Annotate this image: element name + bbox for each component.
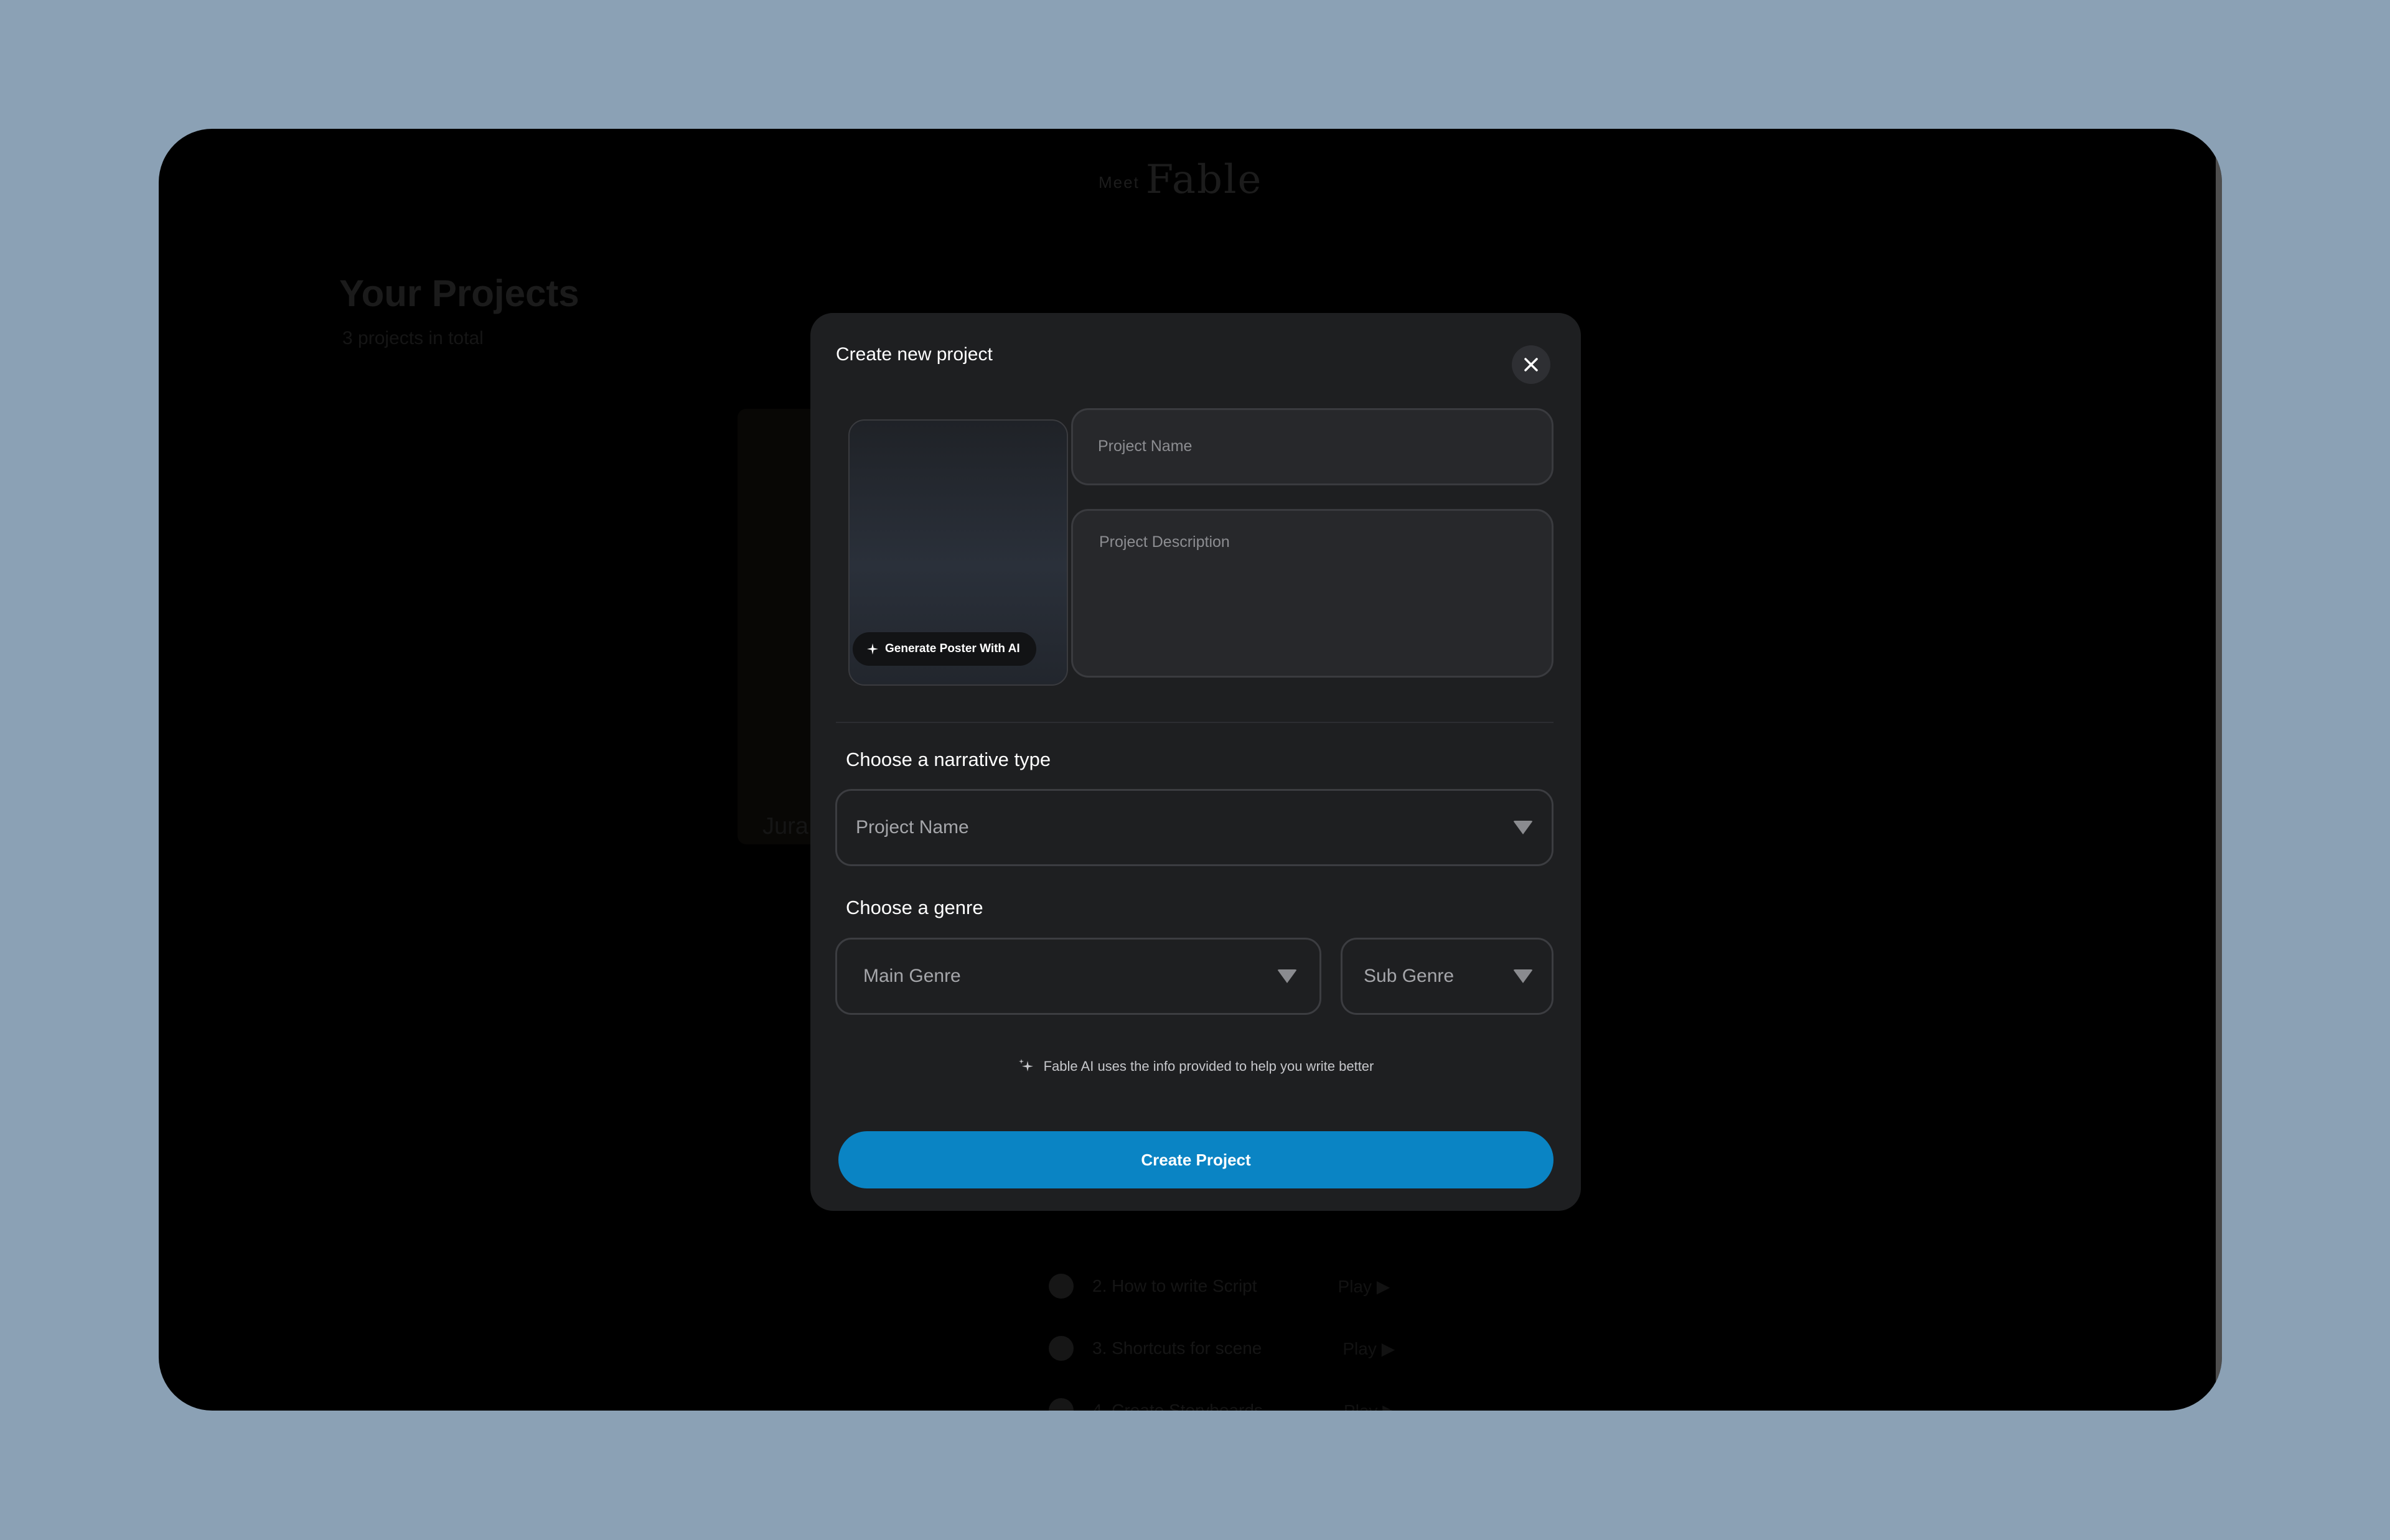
- divider: [836, 722, 1554, 723]
- projects-heading: Your Projects: [339, 273, 579, 314]
- project-card-label: Jura: [762, 813, 808, 839]
- list-item: 4. Create Storyboards Play ▶: [1049, 1379, 1396, 1411]
- sparkle-icon: [867, 643, 878, 655]
- close-icon: [1524, 358, 1538, 371]
- poster-preview[interactable]: Generate Poster With AI: [848, 419, 1068, 686]
- list-item-tag: Play ▶: [1343, 1401, 1396, 1411]
- projects-subheading: 3 projects in total: [342, 328, 484, 348]
- logo-text: Fable: [1145, 157, 1263, 203]
- generate-poster-label: Generate Poster With AI: [885, 642, 1020, 655]
- sparkle-icon: [1018, 1059, 1033, 1071]
- list-item: 2. How to write Script Play ▶: [1049, 1255, 1396, 1317]
- list-bullet: [1049, 1398, 1074, 1411]
- sub-genre-select[interactable]: Sub Genre: [1341, 938, 1554, 1015]
- sub-genre-value: Sub Genre: [1364, 966, 1455, 986]
- caret-down-icon: [1513, 821, 1533, 834]
- main-genre-value: Main Genre: [863, 966, 961, 986]
- narrative-type-select[interactable]: Project Name: [835, 789, 1554, 866]
- generate-poster-button[interactable]: Generate Poster With AI: [853, 632, 1036, 666]
- list-item-tag: Play ▶: [1338, 1276, 1390, 1296]
- caret-down-icon: [1513, 969, 1533, 983]
- project-name-placeholder: Project Name: [1098, 437, 1193, 455]
- narrative-type-value: Project Name: [856, 817, 969, 838]
- ai-hint-text: Fable AI uses the info provided to help …: [1043, 1058, 1374, 1074]
- list-bullet: [1049, 1274, 1074, 1299]
- app-logo: Meet Fable: [1099, 157, 1262, 203]
- ai-hint: Fable AI uses the info provided to help …: [810, 1058, 1581, 1075]
- list-bullet: [1049, 1336, 1074, 1361]
- close-button[interactable]: [1512, 345, 1550, 384]
- caret-down-icon: [1277, 969, 1297, 983]
- project-name-input[interactable]: Project Name: [1071, 408, 1554, 485]
- list-item-tag: Play ▶: [1343, 1338, 1395, 1358]
- narrative-type-label: Choose a narrative type: [846, 749, 1051, 770]
- logo-prefix: Meet: [1099, 173, 1140, 192]
- tutorial-list: 2. How to write Script Play ▶ 3. Shortcu…: [1049, 1255, 1396, 1411]
- list-item-label: 3. Shortcuts for scene: [1092, 1338, 1262, 1358]
- project-description-placeholder: Project Description: [1099, 533, 1230, 551]
- create-project-modal: Create new project Generate Poster With …: [810, 313, 1581, 1211]
- create-project-button[interactable]: Create Project: [838, 1131, 1554, 1188]
- list-item-label: 4. Create Storyboards: [1092, 1401, 1263, 1411]
- project-description-input[interactable]: Project Description: [1071, 509, 1554, 678]
- list-item: 3. Shortcuts for scene Play ▶: [1049, 1317, 1396, 1379]
- main-genre-select[interactable]: Main Genre: [835, 938, 1321, 1015]
- genre-label: Choose a genre: [846, 897, 983, 918]
- list-item-label: 2. How to write Script: [1092, 1276, 1257, 1295]
- modal-title: Create new project: [836, 344, 993, 365]
